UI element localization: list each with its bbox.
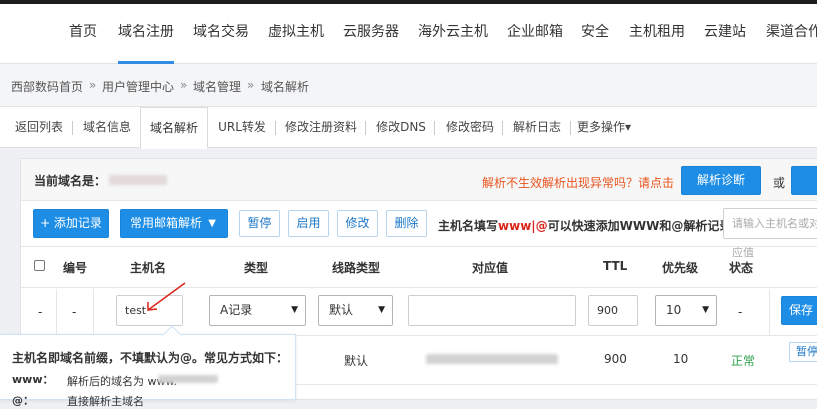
hint-highlight: www|@: [498, 219, 548, 233]
tab-divider: [434, 121, 435, 135]
nav-item-domain-trade[interactable]: 域名交易: [193, 4, 249, 64]
redacted-domain: [109, 175, 167, 185]
tab-more-actions[interactable]: 更多操作▾: [576, 107, 632, 148]
col-header-status: 状态: [729, 261, 754, 275]
nav-item-virtual-host[interactable]: 虚拟主机: [268, 4, 324, 64]
redacted-value: [426, 354, 558, 364]
priority-value: 10: [666, 303, 682, 317]
cell-divider: [769, 289, 770, 335]
tab-domain-resolve[interactable]: 域名解析: [140, 107, 208, 149]
row-ttl: 900: [604, 352, 627, 366]
nav-item-domain-register[interactable]: 域名注册: [118, 4, 174, 64]
tab-modify-registration[interactable]: 修改注册资料: [280, 107, 362, 148]
tab-domain-info[interactable]: 域名信息: [76, 107, 138, 148]
ttl-input[interactable]: 900: [588, 295, 638, 326]
record-value-input[interactable]: [408, 295, 576, 326]
col-header-priority: 优先级: [662, 261, 699, 275]
tab-more-label: 更多操作: [576, 120, 625, 134]
tab-divider: [502, 121, 503, 135]
select-all-checkbox[interactable]: [34, 260, 45, 271]
current-domain-bar: 当前域名是： 解析不生效解析出现异常吗？请点击 解析诊断 或: [21, 159, 817, 201]
search-input[interactable]: 请输入主机名或对应值: [723, 208, 817, 259]
tooltip-at-value: 直接解析主域名: [67, 395, 144, 408]
breadcrumb-separator: »: [247, 78, 255, 92]
nav-item-security[interactable]: 安全: [581, 4, 609, 64]
hint-prefix: 主机名填写: [438, 219, 499, 233]
col-header-id: 编号: [63, 261, 88, 275]
add-record-button[interactable]: + 添加记录: [33, 209, 109, 238]
tab-modify-dns[interactable]: 修改DNS: [370, 107, 432, 148]
breadcrumb-home[interactable]: 西部数码首页: [11, 78, 83, 95]
tab-url-forward[interactable]: URL转发: [212, 107, 272, 148]
breadcrumb-domain-manage[interactable]: 域名管理: [193, 78, 241, 95]
mail-resolve-dropdown[interactable]: 常用邮箱解析 ▼: [120, 209, 228, 238]
hostname-hint: 主机名填写www|@可以快速添加WWW和@解析记录: [438, 217, 731, 234]
resolve-notice[interactable]: 解析不生效解析出现异常吗？请点击: [482, 174, 674, 191]
nav-item-cloud-site[interactable]: 云建站: [704, 4, 746, 64]
diagnose-button[interactable]: 解析诊断: [681, 166, 761, 195]
annotation-arrow-icon: [147, 282, 186, 311]
tab-divider: [72, 121, 73, 135]
col-header-ttl: TTL: [603, 259, 628, 273]
tooltip-at-key: @：: [12, 394, 34, 407]
chevron-down-icon: ▼: [291, 305, 298, 315]
edit-row-id-cell: -: [72, 305, 77, 319]
breadcrumb-current: 域名解析: [261, 80, 310, 94]
nav-item-overseas-cloud[interactable]: 海外云主机: [418, 4, 488, 64]
tab-divider: [365, 121, 366, 135]
redacted-domain: [158, 375, 218, 383]
priority-select[interactable]: 10 ▼: [655, 295, 717, 326]
col-header-value: 对应值: [472, 261, 509, 275]
edit-row-checkbox-cell: -: [38, 305, 43, 319]
tab-divider: [570, 121, 571, 135]
tab-resolve-log[interactable]: 解析日志: [507, 107, 567, 148]
chevron-down-icon: ▾: [624, 120, 632, 134]
save-button[interactable]: 保存: [781, 296, 817, 325]
main-nav: 首页 域名注册 域名交易 虚拟主机 云服务器 海外云主机 企业邮箱 安全 主机租…: [0, 4, 817, 64]
line-type-value: 默认: [329, 303, 354, 317]
nav-item-home[interactable]: 首页: [69, 4, 97, 64]
chevron-down-icon: ▼: [702, 305, 709, 315]
row-status-badge: 正常: [731, 354, 756, 368]
breadcrumb: 西部数码首页 » 用户管理中心 » 域名管理 » 域名解析: [0, 64, 817, 107]
tab-back-list[interactable]: 返回列表: [8, 107, 70, 148]
tab-divider: [275, 121, 276, 135]
row-pause-button[interactable]: 暂停: [789, 342, 817, 362]
col-header-host: 主机名: [130, 261, 167, 275]
current-domain-label: 当前域名是：: [34, 174, 107, 188]
nav-item-host-rental[interactable]: 主机租用: [629, 4, 685, 64]
chevron-down-icon: ▼: [208, 218, 216, 229]
hostname-tooltip: 主机名即域名前缀，不填默认为@。常见方式如下： www： 解析后的域名为 www…: [0, 325, 296, 408]
hint-suffix: 可以快速添加WWW和@解析记录: [547, 219, 732, 233]
chevron-down-icon: ▼: [378, 305, 385, 315]
cell-divider: [93, 289, 94, 335]
divider: [21, 246, 817, 247]
edit-row-status: -: [738, 305, 743, 319]
nav-item-enterprise-mail[interactable]: 企业邮箱: [507, 4, 563, 64]
delete-button[interactable]: 删除: [386, 210, 427, 237]
breadcrumb-user-center[interactable]: 用户管理中心: [102, 78, 174, 95]
enable-button[interactable]: 启用: [288, 210, 329, 237]
line-type-select[interactable]: 默认 ▼: [318, 295, 393, 326]
breadcrumb-separator: »: [180, 78, 188, 92]
pause-button[interactable]: 暂停: [239, 210, 280, 237]
mail-resolve-label: 常用邮箱解析: [130, 216, 203, 230]
secondary-action-button[interactable]: [791, 166, 817, 195]
cell-divider: [56, 289, 57, 335]
or-text: 或: [773, 176, 786, 190]
breadcrumb-separator: »: [89, 78, 97, 92]
nav-item-channel[interactable]: 渠道合作: [766, 4, 817, 64]
row-line-type: 默认: [344, 354, 369, 368]
record-type-select[interactable]: A记录 ▼: [209, 295, 306, 326]
modify-button[interactable]: 修改: [337, 210, 378, 237]
domain-tabs: 返回列表 域名信息 域名解析 URL转发 修改注册资料 修改DNS 修改密码 解…: [0, 107, 817, 149]
nav-item-cloud-server[interactable]: 云服务器: [343, 4, 399, 64]
col-header-type: 类型: [244, 261, 269, 275]
tooltip-title: 主机名即域名前缀，不填默认为@。常见方式如下：: [12, 351, 289, 365]
row-priority: 10: [673, 352, 689, 366]
col-header-line: 线路类型: [332, 261, 381, 275]
record-type-value: A记录: [220, 303, 253, 317]
tab-modify-password[interactable]: 修改密码: [440, 107, 500, 148]
tooltip-www-key: www：: [12, 373, 54, 386]
